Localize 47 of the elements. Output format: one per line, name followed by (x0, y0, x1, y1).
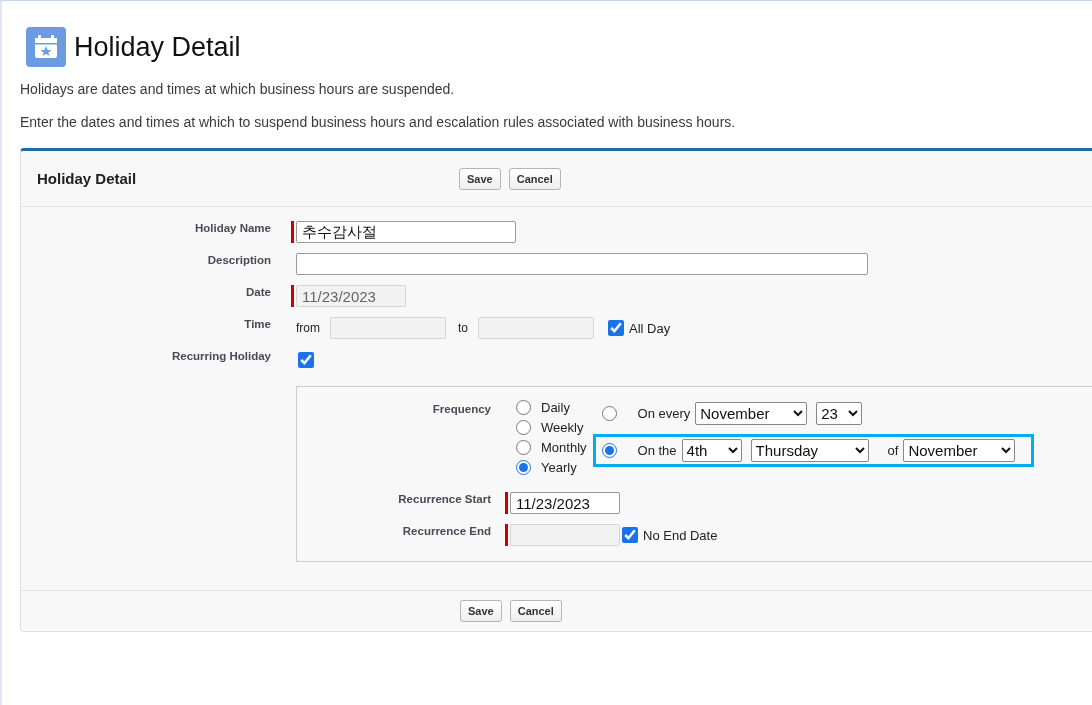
from-label: from (296, 321, 320, 335)
field-label: Date (245, 285, 272, 298)
radio-label: Daily (541, 400, 570, 415)
field-label: Recurrence End (401, 524, 492, 537)
holiday-name-field[interactable]: 추수감사절 (296, 221, 516, 243)
description-field[interactable] (296, 253, 868, 275)
of-label: of (887, 443, 899, 458)
frequency-radio[interactable] (516, 420, 531, 435)
option-label: On every (637, 406, 691, 421)
action-button[interactable]: Save (460, 600, 502, 622)
action-button[interactable]: Cancel (509, 600, 562, 622)
recurring-checkbox[interactable] (298, 352, 314, 368)
from-time-field[interactable] (330, 317, 446, 339)
radio-label: Monthly (541, 440, 587, 455)
panel-title: Holiday Detail (37, 170, 138, 187)
weekday-select[interactable]: Thursday (750, 439, 869, 462)
checkbox-label: No End Date (643, 527, 718, 543)
no-end-date-checkbox[interactable] (622, 527, 638, 543)
description-text: Enter the dates and times at which to suspend business hours and escalation rules associated with business hours. (20, 114, 737, 130)
radio-label: Yearly (541, 460, 577, 475)
recurrence-end-field[interactable] (510, 524, 620, 546)
field-label: Recurrence Start (397, 492, 492, 505)
all-day-checkbox[interactable] (608, 320, 624, 336)
month-select[interactable]: November (695, 402, 808, 425)
field-label: Time (243, 317, 272, 330)
action-button[interactable]: Save (459, 167, 501, 190)
month-select[interactable]: November (903, 439, 1016, 462)
option-label: On the (637, 443, 677, 458)
field-label: Holiday Name (193, 221, 272, 234)
frequency-radio[interactable] (516, 460, 531, 475)
page-title: Holiday Detail (74, 31, 241, 63)
radio-label: Weekly (541, 420, 584, 435)
to-time-field[interactable] (478, 317, 594, 339)
option-radio[interactable] (601, 443, 617, 458)
to-label: to (458, 321, 468, 335)
description-text: Holidays are dates and times at which business hours are suspended. (20, 81, 456, 97)
frequency-radio[interactable] (516, 440, 531, 455)
ordinal-select[interactable]: 4th (681, 439, 742, 462)
recurrence-start-field[interactable]: 11/23/2023 (510, 492, 620, 514)
frequency-radio[interactable] (516, 400, 531, 415)
day-select[interactable]: 23 (816, 402, 863, 425)
field-label: Frequency (431, 402, 492, 415)
field-label: Description (206, 253, 272, 266)
option-radio[interactable] (601, 406, 617, 421)
field-label: Recurring Holiday (170, 349, 272, 362)
checkbox-label: All Day (629, 320, 671, 336)
action-button[interactable]: Cancel (508, 167, 561, 190)
